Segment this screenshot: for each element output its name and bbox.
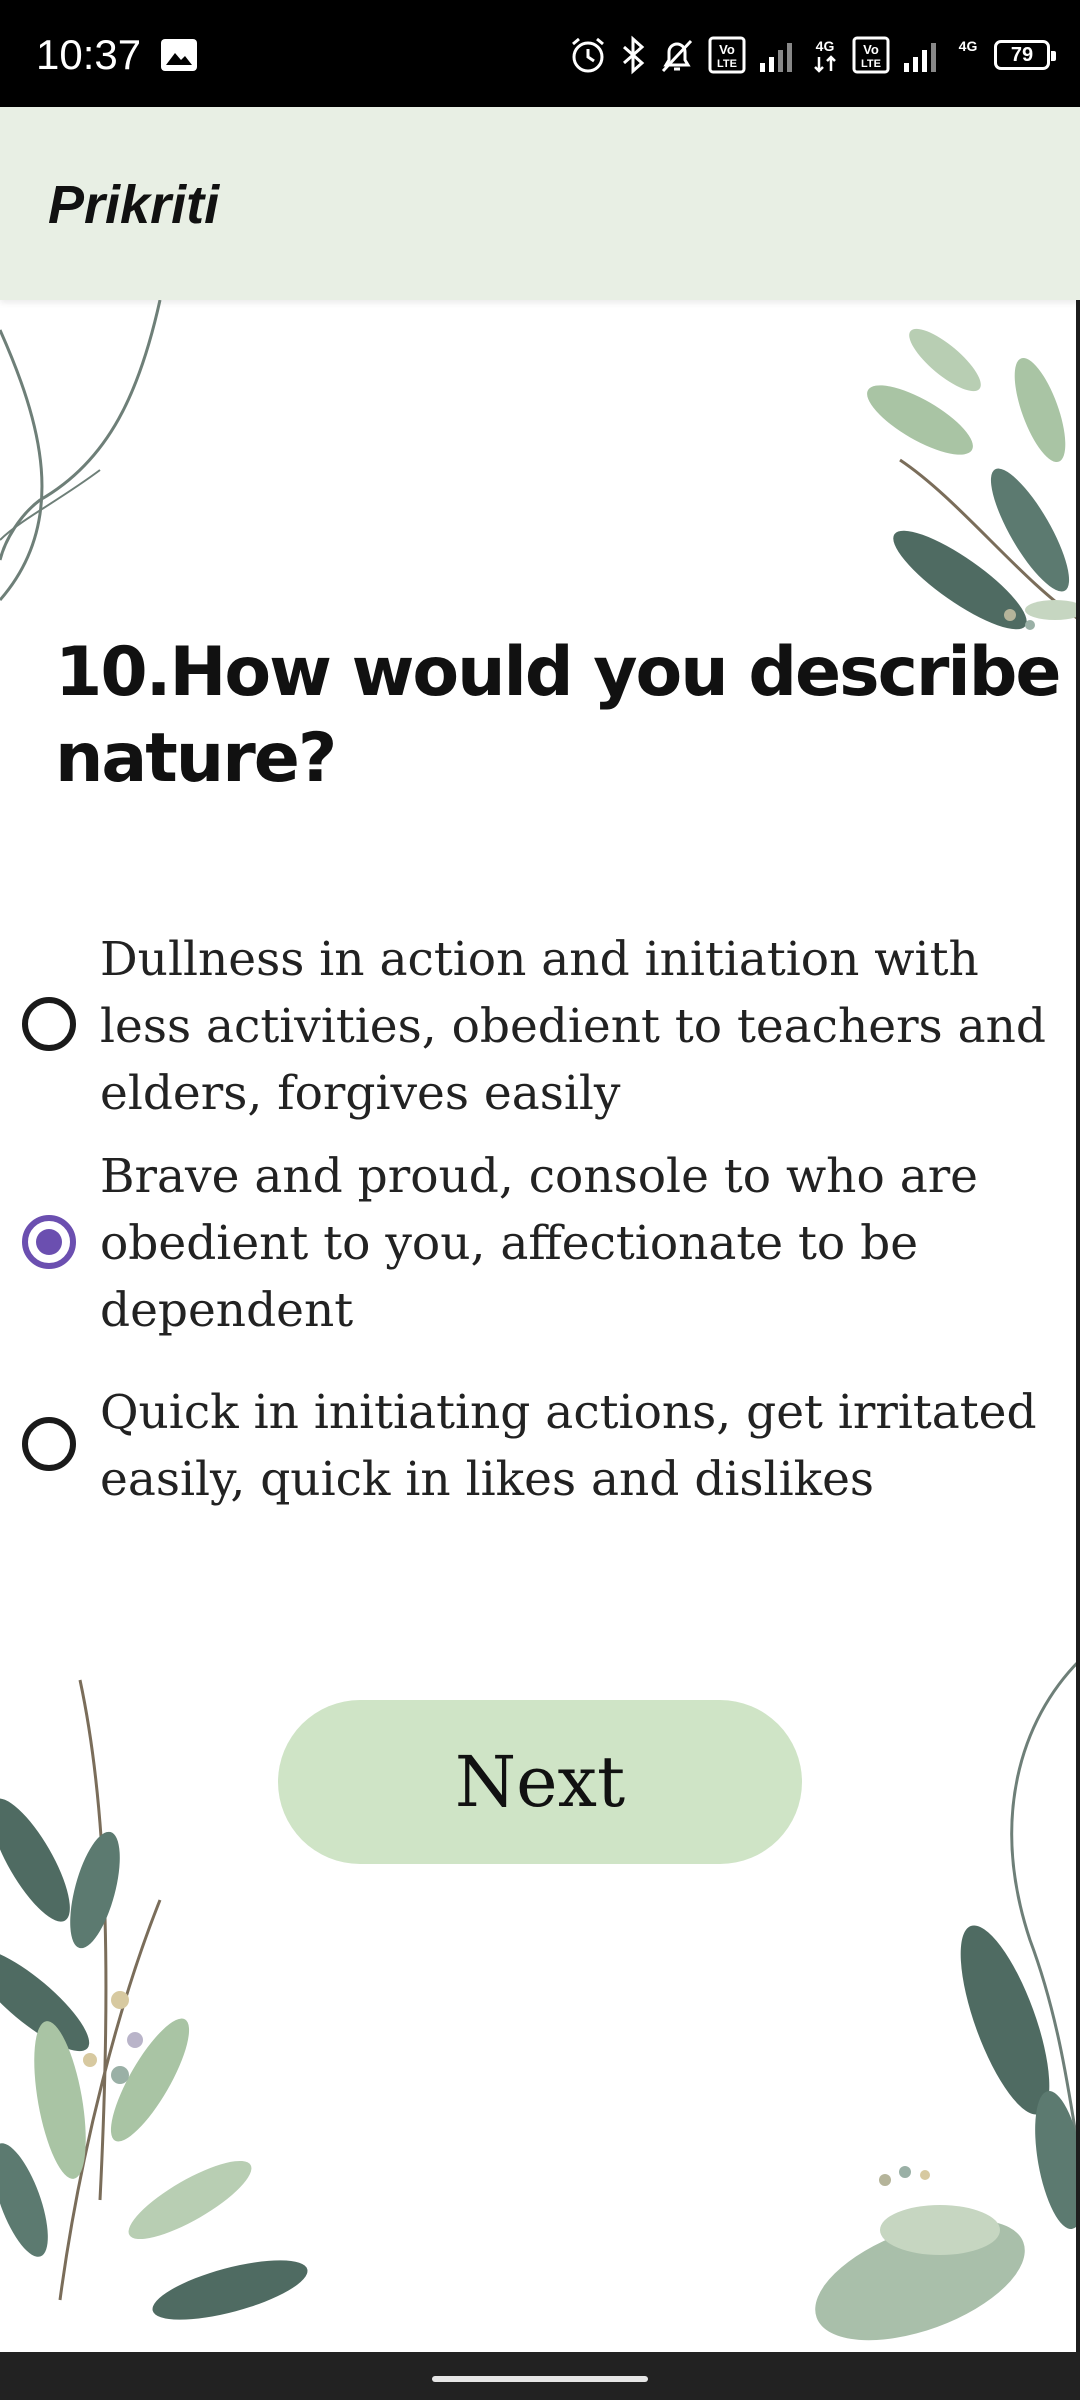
- next-button[interactable]: Next: [278, 1700, 802, 1864]
- 4g-icon: 4G: [814, 38, 836, 73]
- battery-icon: 79: [994, 40, 1056, 70]
- volte-icon: Vo LTE: [852, 36, 890, 74]
- option-line: elders, forgives easily: [100, 1066, 621, 1121]
- svg-text:Vo: Vo: [719, 42, 735, 57]
- bluetooth-icon: [623, 35, 645, 75]
- radio-button-selected[interactable]: [22, 1215, 76, 1269]
- option-line: obedient to you, affectionate to be: [100, 1216, 919, 1271]
- option-line: less activities, obedient to teachers an…: [100, 999, 1046, 1054]
- home-gesture-handle[interactable]: [432, 2376, 648, 2382]
- radio-button[interactable]: [22, 997, 76, 1051]
- status-icons: Vo LTE 4G Vo LTE 4G 79: [568, 30, 1056, 80]
- signal-icon: [760, 43, 792, 72]
- volte-icon: Vo LTE: [708, 36, 746, 74]
- option-line: easily, quick in likes and dislikes: [100, 1452, 875, 1507]
- app-title: Prikriti: [48, 175, 220, 235]
- svg-text:LTE: LTE: [861, 58, 881, 70]
- status-time: 10:37: [36, 31, 142, 78]
- app-bar: Prikriti: [0, 107, 1080, 300]
- notification-bell-icon: [661, 39, 693, 73]
- question-line: 10.How would you describe your: [55, 633, 1080, 712]
- svg-text:4G: 4G: [959, 38, 978, 54]
- option-label: Dullness in action and initiation with l…: [100, 926, 1080, 1127]
- svg-text:Vo: Vo: [863, 42, 879, 57]
- navigation-bar: [0, 2352, 1080, 2400]
- status-bar: 10:37 Vo LTE 4G Vo LTE 4G 79: [0, 0, 1080, 107]
- question-screen: 10.How would you describe your nature? D…: [0, 300, 1080, 2352]
- svg-text:LTE: LTE: [717, 58, 737, 70]
- svg-text:4G: 4G: [816, 38, 835, 54]
- option-line: Dullness in action and initiation with: [100, 932, 979, 987]
- signal-icon: [904, 43, 936, 72]
- option-label: Brave and proud, console to who are obed…: [100, 1143, 1080, 1344]
- option-label: Quick in initiating actions, get irritat…: [100, 1379, 1080, 1513]
- question-text: 10.How would you describe your nature?: [55, 630, 1080, 802]
- option-line: dependent: [100, 1283, 354, 1338]
- image-icon: [161, 39, 197, 71]
- radio-button[interactable]: [22, 1417, 76, 1471]
- 4g-icon: 4G: [959, 38, 978, 54]
- screen-edge: [1076, 300, 1080, 2352]
- option-line: Brave and proud, console to who are: [100, 1149, 978, 1204]
- option-line: Quick in initiating actions, get irritat…: [100, 1385, 1037, 1440]
- alarm-icon: [572, 37, 604, 73]
- question-line: nature?: [55, 719, 337, 798]
